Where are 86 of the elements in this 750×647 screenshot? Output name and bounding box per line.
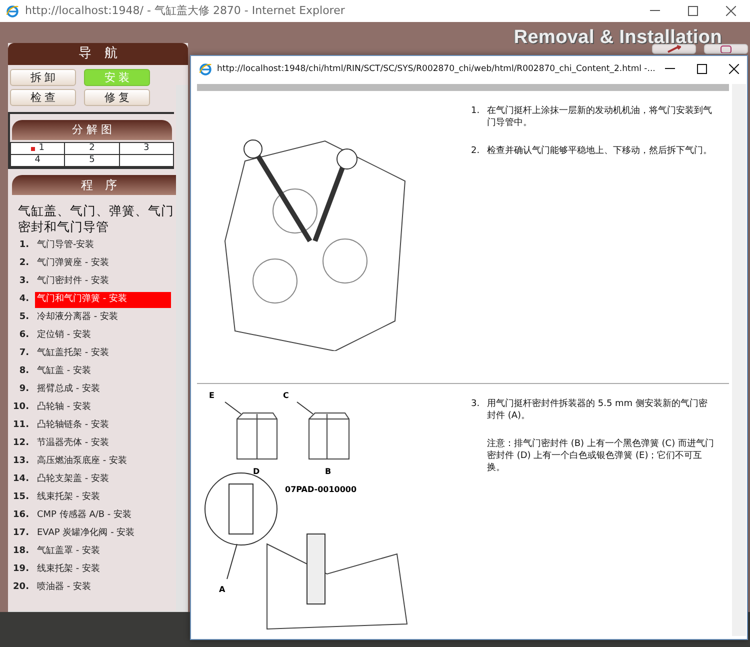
step-link[interactable]: CMP 传感器 A/B - 安装: [35, 508, 171, 524]
step-number: 2.: [18, 257, 30, 270]
step-number: 5.: [18, 311, 30, 324]
step-text: 在气门挺杆上涂抹一层新的发动机机油，将气门安装到气门导管中。: [487, 105, 713, 129]
maximize-icon[interactable]: [688, 6, 698, 16]
step-link[interactable]: 凸轮轴链条 - 安装: [35, 418, 171, 434]
step-number: 17.: [12, 527, 30, 540]
step-link[interactable]: 线束托架 - 安装: [35, 490, 171, 506]
grid-cell[interactable]: 2: [65, 143, 120, 155]
step-link[interactable]: 气门导管-安装: [35, 238, 171, 254]
step-link[interactable]: 气门弹簧座 - 安装: [35, 256, 171, 272]
step-number: 12.: [12, 437, 30, 450]
step-number: 3.: [471, 398, 481, 411]
step-link[interactable]: 凸轮支架盖 - 安装: [35, 472, 171, 488]
browser-logo-icon: [199, 62, 212, 76]
step-number: 6.: [18, 329, 30, 342]
close-icon[interactable]: [726, 6, 736, 16]
step-link[interactable]: 气缸盖 - 安装: [35, 364, 171, 380]
procedure-title: 气缸盖、气门、弹簧、气门密封和气门导管: [18, 203, 174, 235]
banner-title: Removal & Installation: [514, 26, 722, 46]
step-number: 19.: [12, 563, 30, 576]
step-link[interactable]: 气缸盖托架 - 安装: [35, 346, 171, 362]
cell-label: 4: [34, 155, 41, 166]
scrollbar[interactable]: [176, 85, 188, 612]
step-link[interactable]: 节温器壳体 - 安装: [35, 436, 171, 452]
step-number: 1.: [471, 105, 481, 118]
close-icon[interactable]: [729, 64, 739, 74]
step-number: 8.: [18, 365, 30, 378]
step-number: 10.: [12, 401, 30, 414]
callout-label: C: [283, 391, 289, 400]
step-link[interactable]: 冷却液分离器 - 安装: [35, 310, 171, 326]
step-number: 4.: [18, 293, 30, 306]
callout-label: 07PAD-0010000: [285, 485, 357, 494]
step-number: 18.: [12, 545, 30, 558]
step-link[interactable]: 摇臂总成 - 安装: [35, 382, 171, 398]
wrench-button[interactable]: [652, 44, 696, 54]
step-number: 11.: [12, 419, 30, 432]
step-link[interactable]: 线束托架 - 安装: [35, 562, 171, 578]
step-text: 用气门挺杆密封件拆装器的 5.5 mm 侧安装新的气门密封件 (A)。: [487, 398, 708, 422]
print-button[interactable]: [704, 44, 748, 54]
step-number: 13.: [12, 455, 30, 468]
step-link[interactable]: 喷油器 - 安装: [35, 580, 171, 596]
step-number: 2.: [471, 145, 481, 157]
note-text: 注意：排气门密封件 (B) 上有一个黑色弹簧 (C) 而进气门密封件 (D) 上有一个白色或银色弹簧 (E)；它们不可互换。: [486, 438, 715, 474]
step-number: 1.: [18, 239, 30, 252]
minimize-icon[interactable]: [650, 10, 660, 12]
maximize-icon[interactable]: [697, 64, 707, 74]
step-number: 7.: [18, 347, 30, 360]
callout-label: E: [209, 391, 214, 400]
nav-header: 导 航: [8, 43, 188, 65]
callout-label: A: [219, 585, 226, 594]
grid-cell[interactable]: 5: [65, 155, 120, 167]
cell-label: 5: [89, 155, 95, 166]
printer-icon: [719, 45, 733, 53]
window-title: http://localhost:1948/ - 气缸盖大修 2870 - Internet Explorer: [25, 2, 345, 19]
step-link[interactable]: EVAP 炭罐净化阀 - 安装: [35, 526, 171, 542]
grid-cell[interactable]: 1: [11, 143, 66, 155]
step-link[interactable]: 气门和气门弹簧 - 安装: [35, 292, 171, 308]
popup-title: http://localhost:1948/chi/html/RIN/SCT/SC/SYS/R002870_chi/web/html/R002870_chi_Content_2.html -...: [217, 62, 656, 76]
cell-label: 1: [38, 143, 45, 154]
mode-button[interactable]: 检 查: [10, 89, 76, 106]
callout-label: D: [253, 467, 260, 476]
grid-cell[interactable]: 3: [120, 143, 174, 155]
step-number: 15.: [12, 491, 30, 504]
step-link[interactable]: 高压燃油泵底座 - 安装: [35, 454, 171, 470]
step-number: 14.: [12, 473, 30, 486]
wrench-icon: [667, 45, 681, 53]
step-link[interactable]: 气门密封件 - 安装: [35, 274, 171, 290]
scrollbar[interactable]: [732, 84, 746, 636]
cell-label: 3: [143, 143, 150, 154]
step-link[interactable]: 定位销 - 安装: [35, 328, 171, 344]
step-link[interactable]: 凸轮轴 - 安装: [35, 400, 171, 416]
grid-cell[interactable]: 4: [11, 155, 66, 167]
step-link[interactable]: 气缸盖罩 - 安装: [35, 544, 171, 560]
minimize-icon[interactable]: [665, 68, 675, 70]
cell-label: 2: [89, 143, 95, 154]
mode-button[interactable]: 拆 卸: [10, 69, 76, 86]
step-number: 16.: [12, 509, 30, 522]
exploded-view-header: 分 解 图: [12, 120, 172, 140]
mode-button[interactable]: 修 复: [84, 89, 150, 106]
callout-label: B: [325, 467, 332, 476]
step-number: 20.: [12, 581, 30, 594]
step-number: 3.: [18, 275, 30, 288]
step-text: 检查并确认气门能够平稳地上、下移动，然后拆下气门。: [487, 145, 712, 157]
browser-logo-icon: [6, 4, 19, 18]
step-number: 9.: [18, 383, 30, 396]
